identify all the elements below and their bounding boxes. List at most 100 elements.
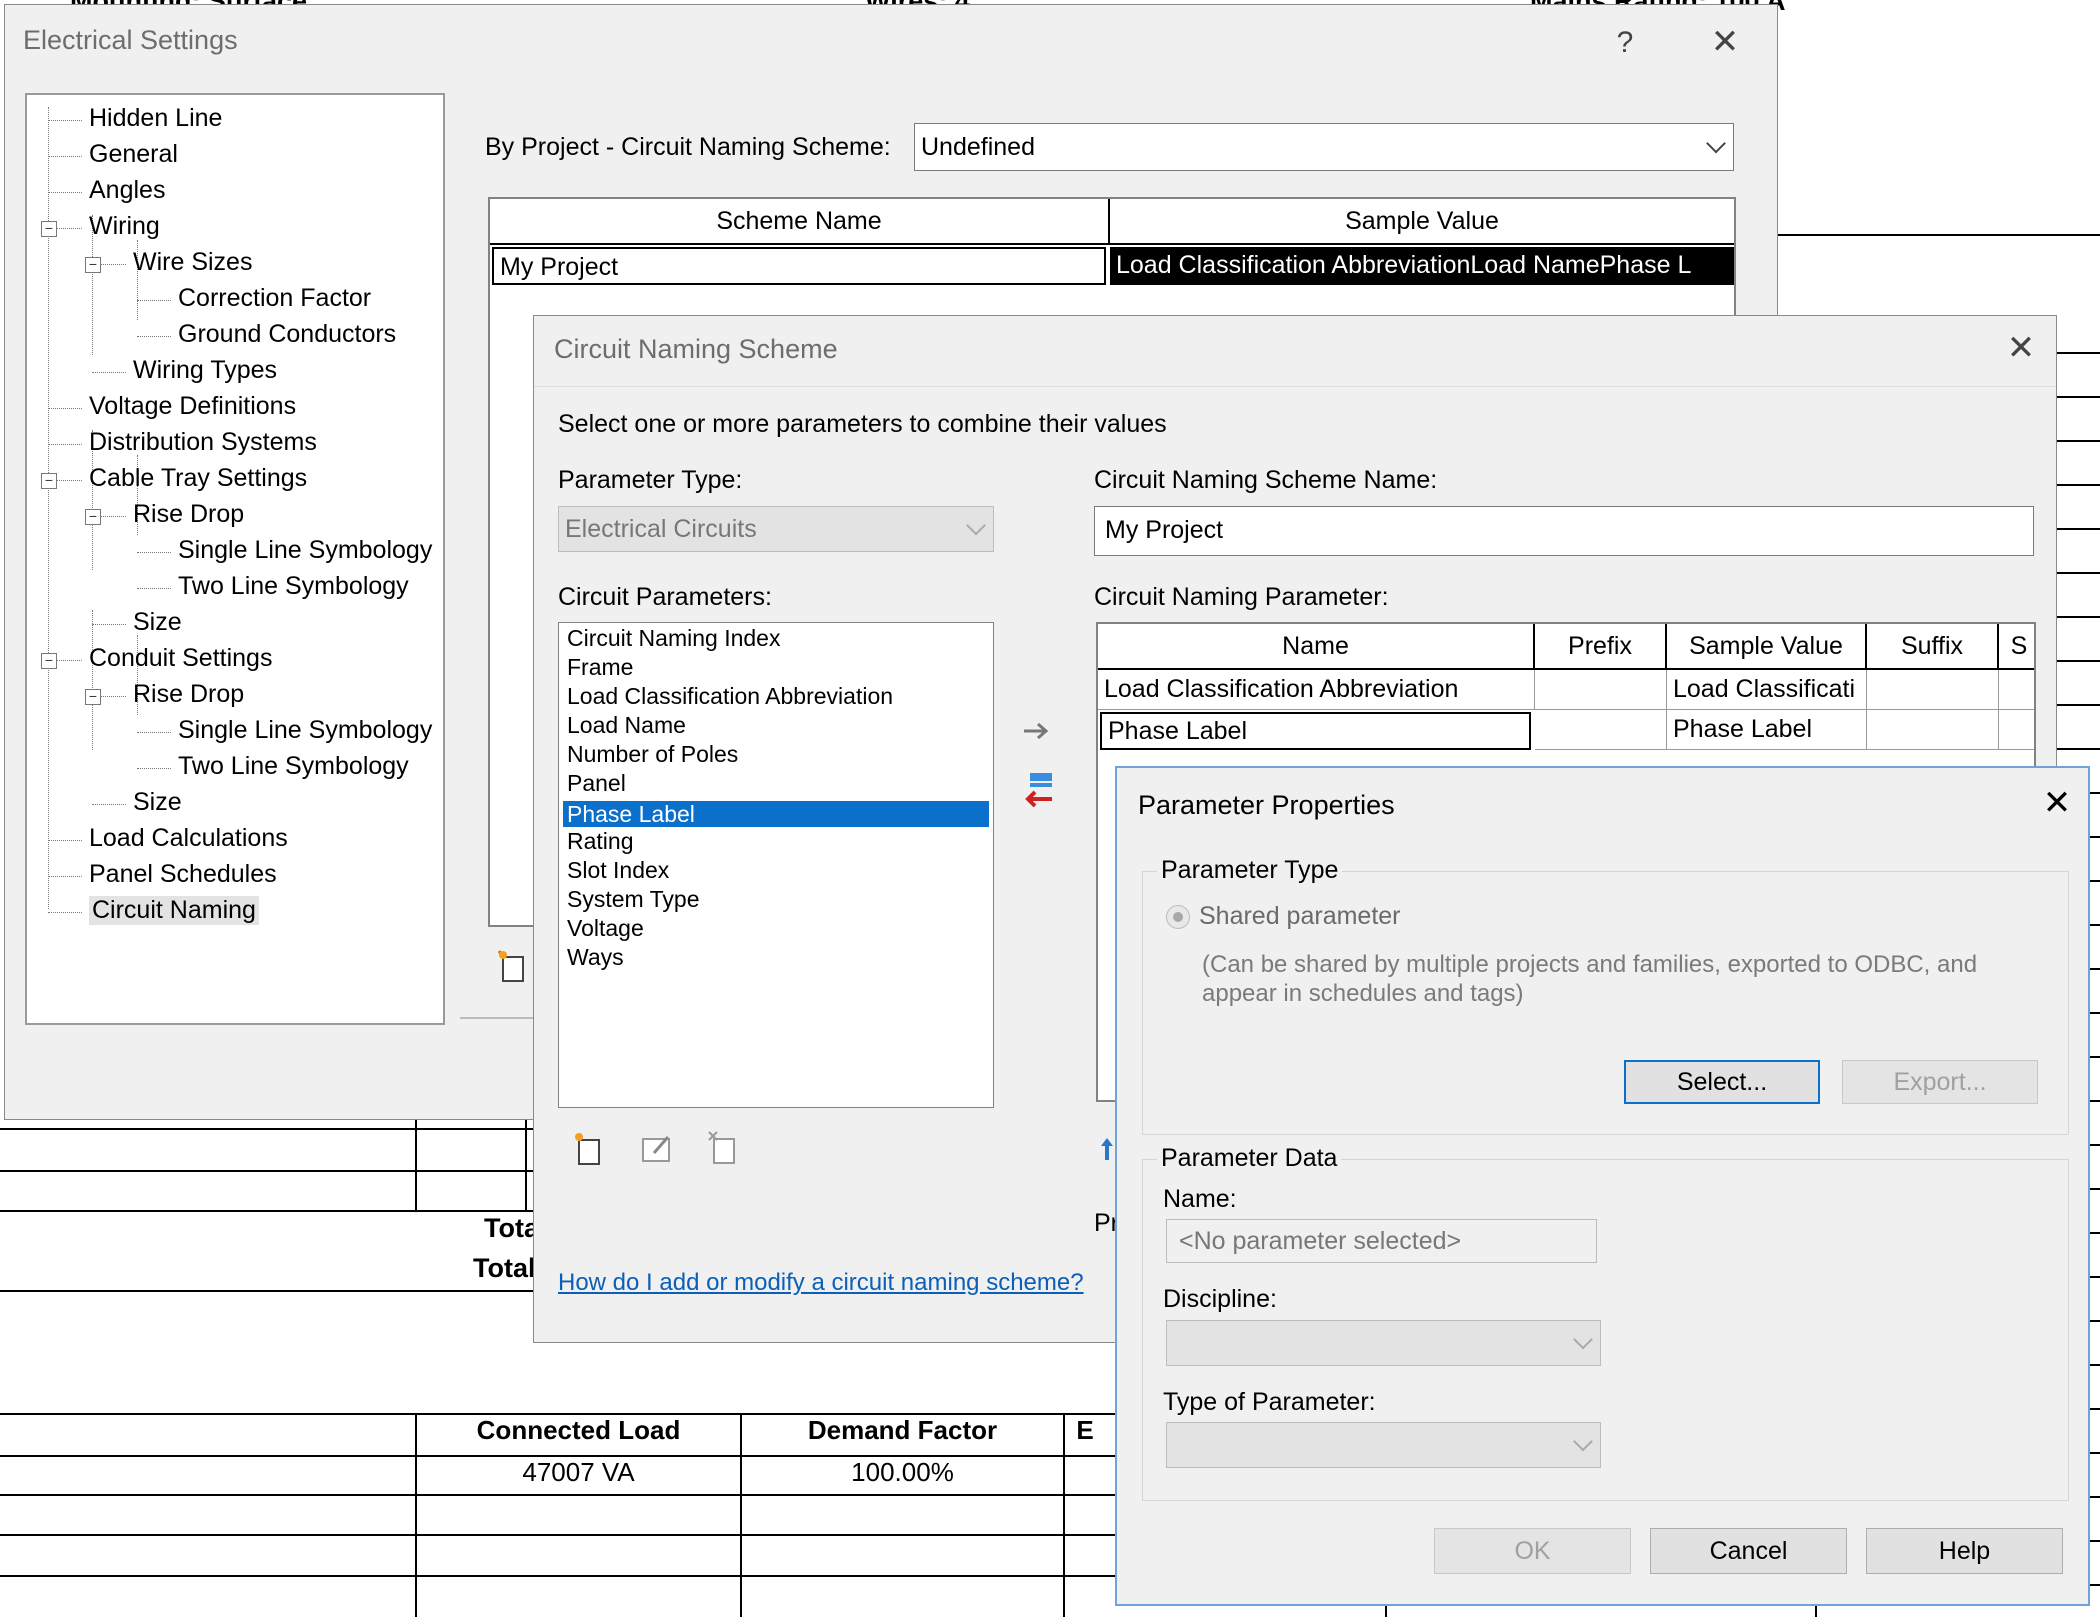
sample-value-header: Sample Value — [1110, 199, 1734, 245]
tree-item-cable-tray-rise-drop[interactable]: Rise Drop — [133, 500, 244, 529]
separator-header: S — [1999, 624, 2034, 670]
list-item[interactable]: Frame — [563, 656, 989, 679]
add-right-arrow-icon[interactable] — [1022, 721, 1052, 741]
row2-prefix-cell[interactable] — [1535, 710, 1667, 750]
chevron-down-icon — [1573, 1329, 1593, 1350]
scheme-name-cell[interactable]: My Project — [492, 247, 1106, 285]
list-item[interactable]: Ways — [563, 946, 989, 969]
tree-item-angles[interactable]: Angles — [89, 176, 165, 205]
tree-item-conduit-size[interactable]: Size — [133, 788, 182, 817]
row1-sample-cell: Load Classificati — [1667, 670, 1867, 710]
list-item[interactable]: Slot Index — [563, 859, 989, 882]
scheme-name-header: Scheme Name — [490, 199, 1110, 245]
row1-suffix-cell[interactable] — [1867, 670, 1999, 710]
discipline-dropdown[interactable] — [1166, 1320, 1601, 1366]
tree-item-conduit-single-line[interactable]: Single Line Symbology — [178, 716, 432, 745]
tree-item-cable-tray-size[interactable]: Size — [133, 608, 182, 637]
scheme-label: By Project - Circuit Naming Scheme: — [485, 133, 891, 161]
row1-separator-cell[interactable] — [1999, 670, 2034, 710]
tota-label: Tota — [484, 1213, 539, 1243]
instruction-text: Select one or more parameters to combine… — [558, 410, 1167, 438]
dialog-title: Parameter Properties — [1138, 790, 1395, 820]
ok-button[interactable]: OK — [1434, 1528, 1631, 1574]
type-of-parameter-label: Type of Parameter: — [1163, 1388, 1376, 1416]
parameter-type-dropdown[interactable]: Electrical Circuits — [558, 506, 994, 552]
list-item[interactable]: Voltage — [563, 917, 989, 940]
tree-item-voltage-definitions[interactable]: Voltage Definitions — [89, 392, 296, 421]
parameter-data-group-label: Parameter Data — [1157, 1144, 1342, 1173]
list-item[interactable]: System Type — [563, 888, 989, 911]
list-item[interactable]: Circuit Naming Index — [563, 627, 989, 650]
connected-load-header: Connected Load — [476, 1415, 681, 1445]
list-item[interactable]: Number of Poles — [563, 743, 989, 766]
scheme-dropdown[interactable]: Undefined — [914, 123, 1734, 171]
row2-sample-cell: Phase Label — [1667, 710, 1867, 750]
help-button[interactable]: ? — [1605, 23, 1645, 63]
row2-separator-cell[interactable] — [1999, 710, 2034, 750]
tree-item-correction-factor[interactable]: Correction Factor — [178, 284, 371, 313]
select-button[interactable]: Select... — [1624, 1060, 1820, 1104]
tree-item-circuit-naming[interactable]: Circuit Naming — [89, 896, 259, 925]
tree-item-panel-schedules[interactable]: Panel Schedules — [89, 860, 277, 889]
tree-item-load-calculations[interactable]: Load Calculations — [89, 824, 288, 853]
help-button[interactable]: Help — [1866, 1528, 2063, 1574]
tree-item-cable-tray-two-line[interactable]: Two Line Symbology — [178, 572, 409, 601]
tree-item-cable-tray-single-line[interactable]: Single Line Symbology — [178, 536, 432, 565]
truncated-header: E — [1076, 1415, 1094, 1445]
export-button[interactable]: Export... — [1842, 1060, 2038, 1104]
name-label: Name: — [1163, 1185, 1237, 1213]
delete-parameter-icon[interactable] — [706, 1129, 740, 1165]
list-item[interactable]: Rating — [563, 830, 989, 853]
parameter-properties-dialog: Parameter Properties ✕ Parameter Type Sh… — [1115, 766, 2090, 1606]
type-of-parameter-dropdown[interactable] — [1166, 1422, 1601, 1468]
scheme-dropdown-value: Undefined — [921, 133, 1035, 161]
new-parameter-icon[interactable] — [572, 1131, 604, 1167]
parameter-type-value: Electrical Circuits — [565, 515, 757, 543]
cancel-button[interactable]: Cancel — [1650, 1528, 1847, 1574]
row1-prefix-cell[interactable] — [1535, 670, 1667, 710]
settings-tree: − − − − − − Hidden Line General Angles W… — [25, 93, 445, 1025]
row2-name-cell[interactable]: Phase Label — [1100, 712, 1531, 750]
tree-item-ground-conductors[interactable]: Ground Conductors — [178, 320, 396, 349]
tree-item-cable-tray-settings[interactable]: Cable Tray Settings — [89, 464, 307, 493]
list-item[interactable]: Load Classification Abbreviation — [563, 685, 989, 708]
scheme-name-label: Circuit Naming Scheme Name: — [1094, 466, 1438, 494]
close-icon[interactable]: ✕ — [1705, 22, 1745, 62]
tree-item-conduit-two-line[interactable]: Two Line Symbology — [178, 752, 409, 781]
shared-parameter-radio[interactable] — [1166, 905, 1190, 929]
sample-value-header: Sample Value — [1667, 624, 1867, 670]
parameter-type-label: Parameter Type: — [558, 466, 743, 494]
close-icon[interactable]: ✕ — [2001, 328, 2041, 368]
tree-item-general[interactable]: General — [89, 140, 178, 169]
help-link[interactable]: How do I add or modify a circuit naming … — [558, 1269, 1084, 1297]
tree-item-wiring[interactable]: Wiring — [89, 212, 160, 241]
tree-item-distribution-systems[interactable]: Distribution Systems — [89, 428, 317, 457]
list-item[interactable]: Load Name — [563, 714, 989, 737]
row2-suffix-cell[interactable] — [1867, 710, 1999, 750]
new-scheme-icon[interactable] — [497, 949, 527, 983]
parameter-type-group-label: Parameter Type — [1157, 856, 1343, 885]
tree-item-wire-sizes[interactable]: Wire Sizes — [133, 248, 252, 277]
sample-value-cell[interactable]: Load Classification AbbreviationLoad Nam… — [1110, 247, 1734, 285]
move-up-icon[interactable] — [1100, 1136, 1114, 1162]
tree-item-hidden-line[interactable]: Hidden Line — [89, 104, 222, 133]
list-item-selected[interactable]: Phase Label — [563, 801, 989, 827]
name-field[interactable]: <No parameter selected> — [1166, 1219, 1597, 1263]
tree-item-conduit-settings[interactable]: Conduit Settings — [89, 644, 272, 673]
tree-item-wiring-types[interactable]: Wiring Types — [133, 356, 277, 385]
close-icon[interactable]: ✕ — [2037, 783, 2077, 823]
row1-name-cell[interactable]: Load Classification Abbreviation — [1098, 670, 1535, 710]
tree-item-conduit-rise-drop[interactable]: Rise Drop — [133, 680, 244, 709]
list-item[interactable]: Panel — [563, 772, 989, 795]
chevron-down-icon — [1573, 1431, 1593, 1452]
remove-left-arrow-icon[interactable] — [1022, 771, 1056, 809]
scheme-name-input[interactable]: My Project — [1094, 506, 2034, 556]
circuit-parameters-list[interactable]: Circuit Naming Index Frame Load Classifi… — [558, 622, 994, 1108]
edit-parameter-icon[interactable] — [640, 1131, 674, 1165]
total-label: Total — [473, 1253, 536, 1283]
shared-parameter-label: Shared parameter — [1199, 902, 1401, 930]
connected-load-value: 47007 VA — [522, 1457, 635, 1487]
circuit-parameters-label: Circuit Parameters: — [558, 583, 772, 611]
discipline-label: Discipline: — [1163, 1285, 1277, 1313]
dialog-title: Circuit Naming Scheme — [554, 334, 838, 364]
